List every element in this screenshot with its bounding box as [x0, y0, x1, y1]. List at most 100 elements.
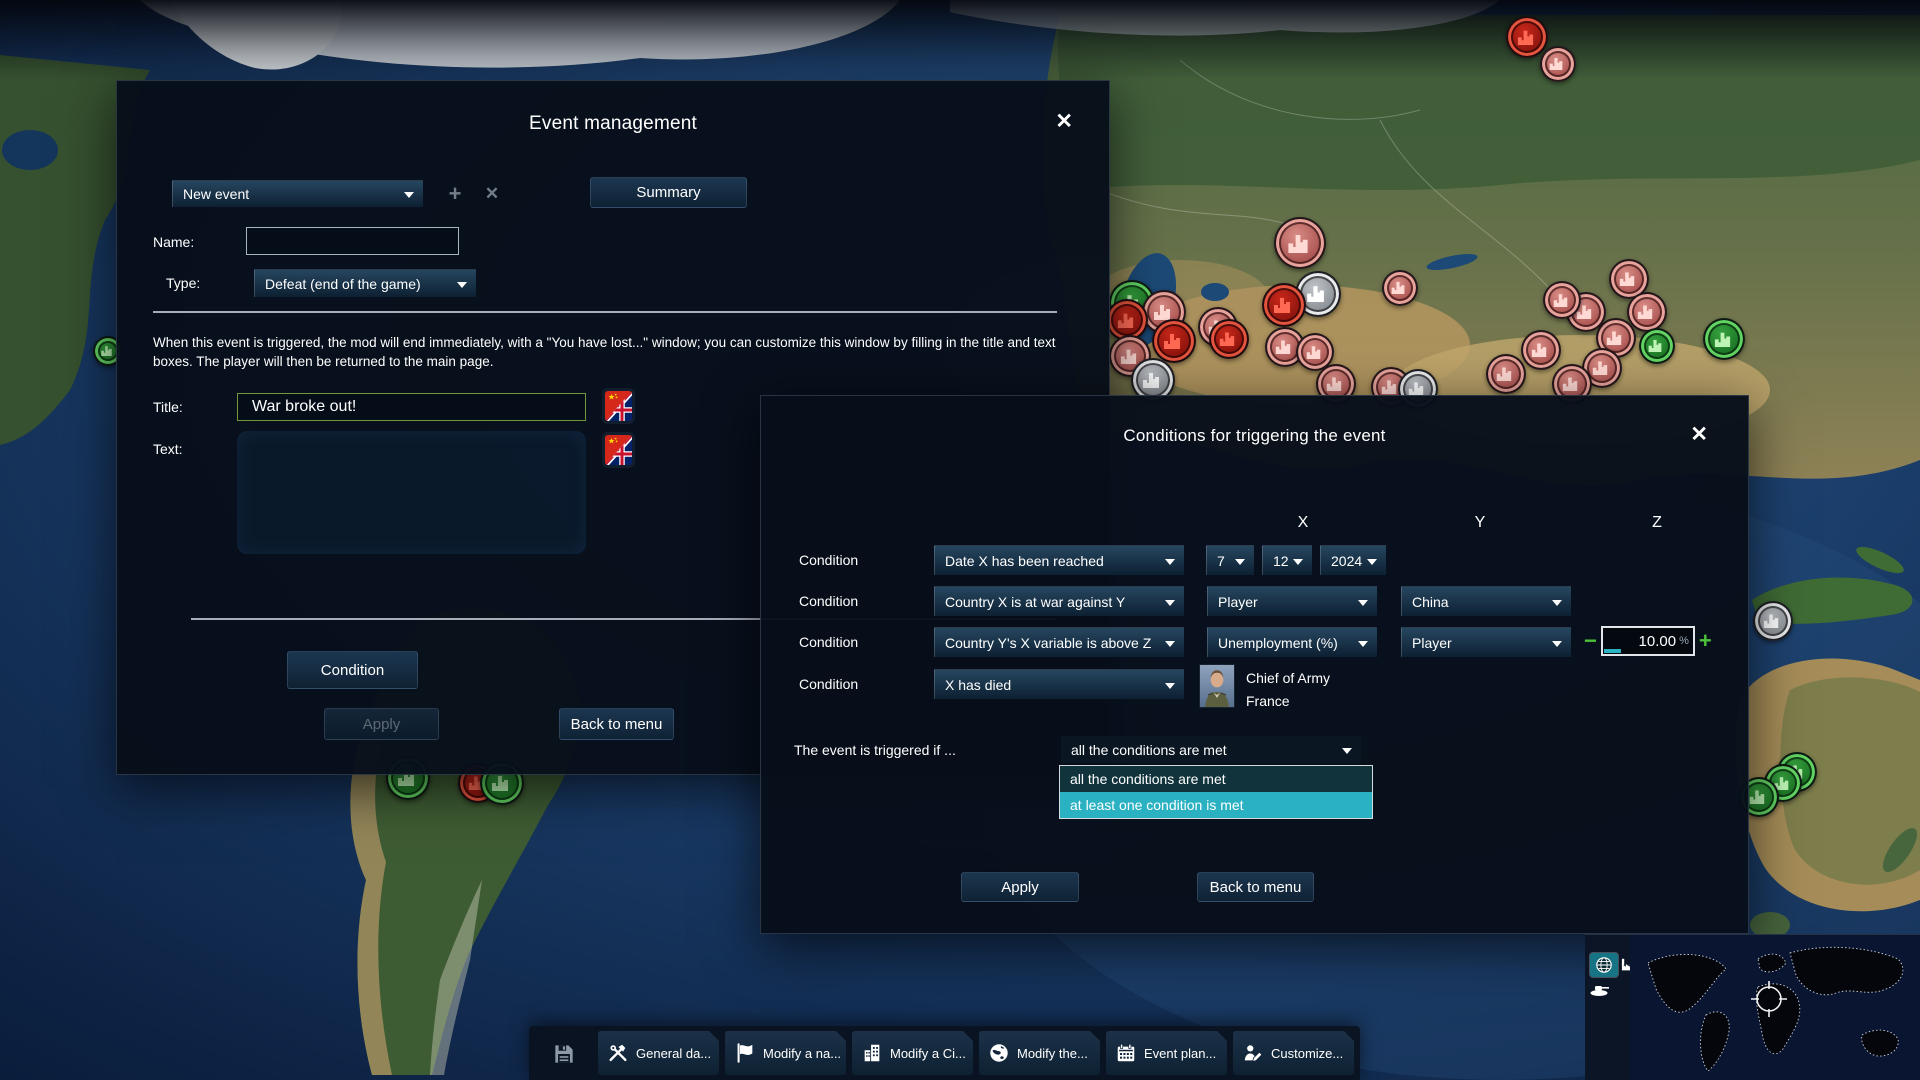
year-select[interactable]: 2024	[1320, 545, 1386, 575]
country-x-select[interactable]: Player	[1207, 586, 1377, 616]
city-skyline-icon	[1605, 327, 1627, 349]
toolbar-button-label: Modify a na...	[763, 1046, 840, 1061]
column-header-y: Y	[1460, 514, 1500, 532]
title-label: Title:	[153, 399, 183, 415]
name-label: Name:	[153, 234, 194, 250]
city-badge[interactable]	[1753, 601, 1793, 641]
apply-button[interactable]: Apply	[324, 708, 439, 740]
character-portrait[interactable]	[1199, 664, 1235, 708]
condition-type-value: X has died	[945, 677, 1011, 693]
event-text-input[interactable]	[237, 431, 586, 554]
language-flag-icon[interactable]	[605, 391, 632, 421]
trigger-option-any[interactable]: at least one condition is met	[1060, 792, 1372, 818]
globe-icon	[988, 1042, 1010, 1064]
toolbar-customize-button[interactable]: Customize...	[1233, 1031, 1354, 1075]
condition-type-select[interactable]: Country Y's X variable is above Z	[934, 627, 1184, 657]
column-header-x: X	[1283, 514, 1323, 532]
trigger-mode-select[interactable]: all the conditions are met	[1061, 736, 1361, 763]
city-badge[interactable]	[1627, 292, 1667, 332]
city-badge[interactable]	[1703, 318, 1745, 360]
city-skyline-icon	[1116, 309, 1139, 332]
minimap-panel	[1585, 934, 1920, 1080]
day-select[interactable]: 7	[1206, 545, 1254, 575]
close-icon[interactable]: ✕	[1055, 111, 1073, 132]
close-icon[interactable]: ✕	[1690, 424, 1708, 445]
column-header-z: Z	[1637, 514, 1677, 532]
trigger-mode-options: all the conditions are met at least one …	[1059, 765, 1373, 819]
trigger-mode-value: all the conditions are met	[1071, 742, 1227, 758]
toolbar-general-data-button[interactable]: General da...	[598, 1031, 719, 1075]
variable-select[interactable]: Unemployment (%)	[1207, 627, 1377, 657]
city-skyline-icon	[1591, 357, 1613, 379]
city-skyline-icon	[1325, 373, 1347, 395]
event-title-input[interactable]	[237, 393, 586, 421]
city-skyline-icon	[1162, 329, 1186, 353]
city-skyline-icon	[1272, 293, 1296, 317]
city-badge[interactable]	[1152, 319, 1196, 363]
toolbar-button-label: Modify the...	[1017, 1046, 1088, 1061]
minimap-globe-button[interactable]	[1590, 953, 1618, 977]
back-to-menu-button[interactable]: Back to menu	[1197, 872, 1314, 902]
condition-type-value: Country Y's X variable is above Z	[945, 635, 1151, 651]
minimap-world[interactable]	[1630, 935, 1920, 1080]
summary-button[interactable]: Summary	[590, 177, 747, 208]
dialog-title: Conditions for triggering the event	[761, 426, 1748, 446]
variable-value: Unemployment (%)	[1218, 635, 1338, 651]
toolbar-modify-nation-button[interactable]: Modify a na...	[725, 1031, 846, 1075]
condition-type-select[interactable]: Date X has been reached	[934, 545, 1184, 575]
add-event-icon[interactable]: +	[441, 180, 469, 207]
back-to-menu-button[interactable]: Back to menu	[559, 708, 674, 740]
toolbar-modify-city-button[interactable]: Modify a Ci...	[852, 1031, 973, 1075]
city-badge[interactable]	[1209, 319, 1249, 359]
toolbar-modify-world-button[interactable]: Modify the...	[979, 1031, 1100, 1075]
language-flag-icon[interactable]	[605, 435, 632, 465]
toolbar-button-label: Customize...	[1271, 1046, 1343, 1061]
delete-event-icon[interactable]: ✕	[478, 180, 506, 207]
apply-button[interactable]: Apply	[961, 872, 1079, 902]
portrait-country: France	[1246, 693, 1290, 709]
game-screen: Event management ✕ New event + ✕ Summary…	[0, 0, 1920, 1080]
country-y-select[interactable]: China	[1401, 586, 1571, 616]
city-badge[interactable]	[1262, 283, 1306, 327]
mod-toolbar: General da... Modify a na... Modify a Ci	[529, 1026, 1360, 1080]
portrait-title: Chief of Army	[1246, 670, 1330, 686]
threshold-input[interactable]	[1612, 633, 1676, 650]
city-badge[interactable]	[1486, 354, 1526, 394]
month-select[interactable]: 12	[1262, 545, 1312, 575]
condition-type-select[interactable]: X has died	[934, 669, 1184, 699]
city-skyline-icon	[1141, 368, 1165, 392]
city-badge[interactable]	[1540, 46, 1576, 82]
city-skyline-icon	[1548, 54, 1567, 73]
city-badge[interactable]	[1506, 16, 1548, 58]
threshold-input-box: %	[1601, 626, 1695, 656]
city-skyline-icon	[1618, 268, 1640, 290]
increase-value-button[interactable]: +	[1699, 630, 1712, 652]
condition-type-select[interactable]: Country X is at war against Y	[934, 586, 1184, 616]
slider-chip	[1604, 649, 1621, 653]
threshold-unit: %	[1679, 635, 1689, 647]
city-badge[interactable]	[1543, 281, 1581, 319]
city-badge[interactable]	[1521, 330, 1561, 370]
city-skyline-icon	[1713, 328, 1736, 351]
event-select[interactable]: New event	[172, 180, 423, 207]
country-y-value: Player	[1412, 635, 1452, 651]
city-skyline-icon	[1530, 339, 1552, 361]
country-y-value: China	[1412, 594, 1449, 610]
divider	[153, 311, 1057, 313]
city-skyline-icon	[1286, 229, 1315, 258]
type-select[interactable]: Defeat (end of the game)	[254, 269, 476, 297]
name-input[interactable]	[246, 227, 459, 255]
condition-type-value: Date X has been reached	[945, 553, 1104, 569]
city-badge[interactable]	[1274, 217, 1326, 269]
condition-button[interactable]: Condition	[287, 651, 418, 689]
conditions-dialog: Conditions for triggering the event ✕ X …	[760, 395, 1749, 934]
save-icon	[551, 1041, 577, 1067]
trigger-option-all[interactable]: all the conditions are met	[1060, 766, 1372, 792]
city-badge[interactable]	[1382, 270, 1418, 306]
city-badge[interactable]	[1639, 328, 1675, 364]
minimap-tank-icon[interactable]	[1590, 983, 1610, 1001]
country-y-select[interactable]: Player	[1401, 627, 1571, 657]
toolbar-event-planner-button[interactable]: Event plan...	[1106, 1031, 1227, 1075]
save-button[interactable]	[547, 1037, 581, 1071]
decrease-value-button[interactable]: −	[1584, 630, 1597, 652]
